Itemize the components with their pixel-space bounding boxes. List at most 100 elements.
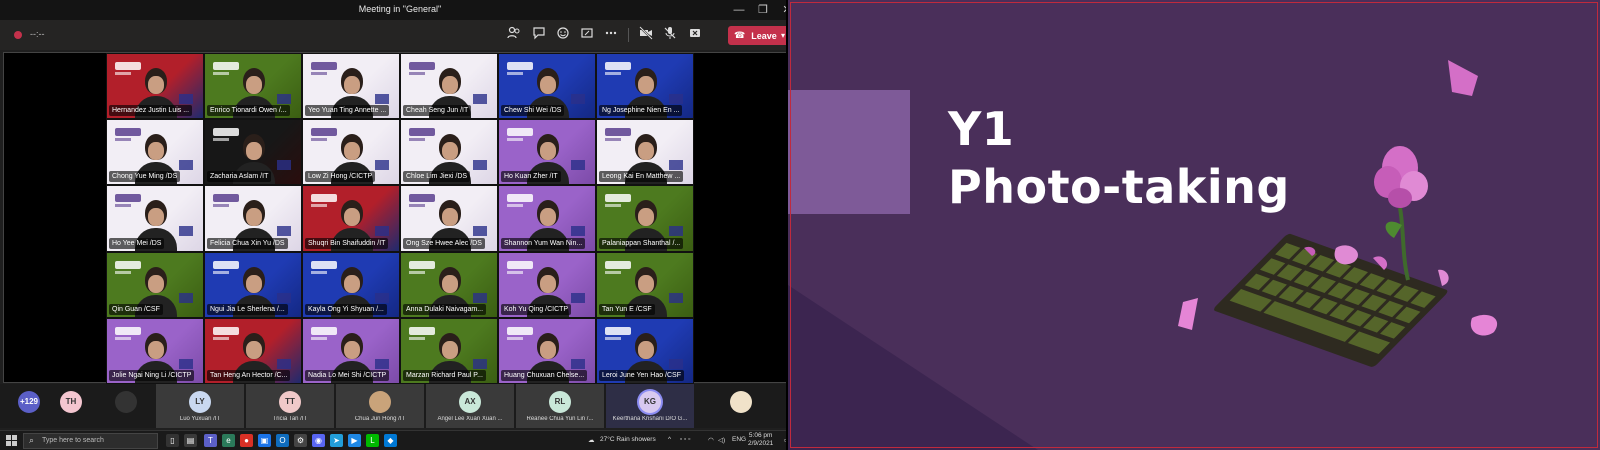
background-square	[571, 160, 585, 171]
participant-tile[interactable]: Ong Sze Hwee Alec /DS	[400, 185, 498, 252]
participant-tile[interactable]: Qin Guan /CSF	[106, 251, 204, 318]
participant-tile[interactable]: Shuqri Bin Shaifuddin /IT	[302, 185, 400, 252]
participant-tile[interactable]: Ngui Jia Le Sherlena /...	[204, 251, 302, 318]
participant-tile[interactable]: Anna Dulaki Naivagam...	[400, 251, 498, 318]
participant-tile[interactable]: Chloe Lim Jiexi /DS	[400, 119, 498, 186]
background-logo	[605, 260, 631, 269]
background-logo	[311, 260, 337, 269]
settings-icon[interactable]: ⚙	[294, 434, 307, 447]
zoom-icon[interactable]: ▶	[348, 434, 361, 447]
discord-icon[interactable]: ◉	[312, 434, 325, 447]
participant-tile[interactable]: Chew Shi Wei /DS	[498, 53, 596, 120]
participant-tile[interactable]: Shannon Yum Wan Nin...	[498, 185, 596, 252]
participant-tile[interactable]: Leong Kai En Matthew ...	[596, 119, 694, 186]
background-square	[179, 226, 193, 237]
roster-participant[interactable]	[696, 384, 786, 428]
mic-off-icon[interactable]	[661, 26, 679, 44]
task-view-icon[interactable]: ▯	[166, 434, 179, 447]
chevron-down-icon[interactable]: ▾	[781, 31, 785, 40]
participant-tile[interactable]: Tan Heng An Hector /C...	[204, 317, 302, 384]
leave-label: Leave	[751, 30, 777, 41]
telegram-icon[interactable]: ➤	[330, 434, 343, 447]
background-text	[507, 138, 523, 142]
teams-icon[interactable]: T	[204, 434, 217, 447]
background-square	[473, 358, 487, 369]
language-indicator[interactable]: ENG	[732, 436, 746, 443]
participant-tile[interactable]: Kayla Ong Yi Shyuan /...	[302, 251, 400, 318]
background-square	[179, 292, 193, 303]
participant-tile[interactable]: Ho Kuan Zher /IT	[498, 119, 596, 186]
participant-tile[interactable]: Chong Yue Ming /DS	[106, 119, 204, 186]
participant-tile[interactable]: Koh Yu Qing /CICTP	[498, 251, 596, 318]
participant-tile[interactable]: Ng Josephine Nien En ...	[596, 53, 694, 120]
roster-participant[interactable]: KG Keerthana Krishani D/O G...	[606, 384, 694, 428]
outlook-icon[interactable]: O	[276, 434, 289, 447]
participant-tile[interactable]: Enrico Tionardi Owen /...	[204, 53, 302, 120]
clock[interactable]: 5:06 pm 2/9/2021	[748, 432, 773, 448]
participant-tile[interactable]: Marzan Richard Paul P...	[400, 317, 498, 384]
avatar: TH	[60, 391, 82, 413]
weather-text[interactable]: 27°C Rain showers	[600, 436, 656, 443]
share-tray-icon[interactable]	[578, 26, 596, 44]
participant-tile[interactable]: Zacharia Aslam /IT	[204, 119, 302, 186]
participant-tile[interactable]: Nadia Lo Mei Shi /CICTP	[302, 317, 400, 384]
leave-button[interactable]: ☎ Leave ▾	[728, 26, 790, 45]
more-participants-button[interactable]: +129	[8, 384, 50, 428]
photos-icon[interactable]: ▣	[258, 434, 271, 447]
share-icon[interactable]	[686, 26, 704, 44]
background-square	[375, 94, 389, 104]
chrome-icon[interactable]: ●	[240, 434, 253, 447]
volume-icon[interactable]: ◁)	[718, 436, 725, 444]
background-square	[669, 358, 683, 369]
reactions-icon[interactable]	[554, 26, 572, 44]
search-icon: ⌕	[29, 435, 35, 445]
roster-participant[interactable]: TH	[50, 384, 92, 428]
roster-participant[interactable]: Chua Jun Hong /IT	[336, 384, 424, 428]
camera-off-icon[interactable]	[637, 26, 655, 44]
participant-tile[interactable]: Jolie Ngai Ning Li /CICTP	[106, 317, 204, 384]
participant-tile[interactable]: Low Zi Hong /CICTP	[302, 119, 400, 186]
edge-icon[interactable]: e	[222, 434, 235, 447]
participant-name: Chong Yue Ming /DS	[109, 171, 181, 183]
participant-tile[interactable]: Leroi June Yen Hao /CSF	[596, 317, 694, 384]
background-text	[115, 72, 131, 75]
roster-participant[interactable]: AX Angel Lee Xuan Xuan ...	[426, 384, 514, 428]
participant-name: Ng Josephine Nien En ...	[599, 105, 683, 117]
roster-participant[interactable]: TT Tricia Tan /IT	[246, 384, 334, 428]
roster-participant[interactable]	[96, 384, 156, 428]
participant-tile[interactable]: Tan Yun E /CSF	[596, 251, 694, 318]
participants-icon[interactable]	[505, 26, 523, 44]
participant-name: Chew Shi Wei /DS	[501, 105, 565, 117]
background-text	[213, 204, 229, 208]
tray-apps-icon[interactable]: ▫ ▫ ▫	[680, 436, 691, 443]
avatar	[115, 391, 137, 413]
participant-name: Kayla Ong Yi Shyuan /...	[305, 303, 387, 315]
background-square	[277, 94, 291, 104]
maximize-button[interactable]: ❐	[752, 1, 774, 19]
participant-tile[interactable]: Felicia Chua Xin Yu /DS	[204, 185, 302, 252]
participant-tile[interactable]: Palaniappan Shanthal /...	[596, 185, 694, 252]
tray-chevron-icon[interactable]: ^	[668, 436, 671, 443]
taskbar-search-input[interactable]: ⌕ Type here to search	[23, 433, 158, 449]
participant-tile[interactable]: Huang Chuxuan Chelse...	[498, 317, 596, 384]
participant-tile[interactable]: Cheah Seng Jun /IT	[400, 53, 498, 120]
file-explorer-icon[interactable]: ▤	[184, 434, 197, 447]
participant-tile[interactable]: Yeo Yuan Ting Annette ...	[302, 53, 400, 120]
meeting-toolbar: --:-- ☎ Leave ▾	[0, 20, 800, 50]
background-text	[311, 336, 327, 340]
windows-start-icon[interactable]	[6, 435, 18, 447]
store-icon[interactable]: ◆	[384, 434, 397, 447]
participant-tile[interactable]: Hernandez Justin Luis ...	[106, 53, 204, 120]
minimize-button[interactable]: —	[728, 1, 750, 19]
participant-tile[interactable]: Ho Yee Mei /DS	[106, 185, 204, 252]
background-square	[473, 94, 487, 104]
roster-participant[interactable]: LY Luo Yuxuan /IT	[156, 384, 244, 428]
chat-icon[interactable]	[530, 26, 548, 44]
participant-face	[246, 340, 262, 359]
line-icon[interactable]: L	[366, 434, 379, 447]
wifi-icon[interactable]: ◠	[708, 436, 714, 444]
roster-participant[interactable]: RL Reanee Chua Yun Lin /...	[516, 384, 604, 428]
background-square	[571, 358, 585, 369]
more-actions-icon[interactable]	[602, 26, 620, 44]
background-logo	[507, 62, 533, 70]
